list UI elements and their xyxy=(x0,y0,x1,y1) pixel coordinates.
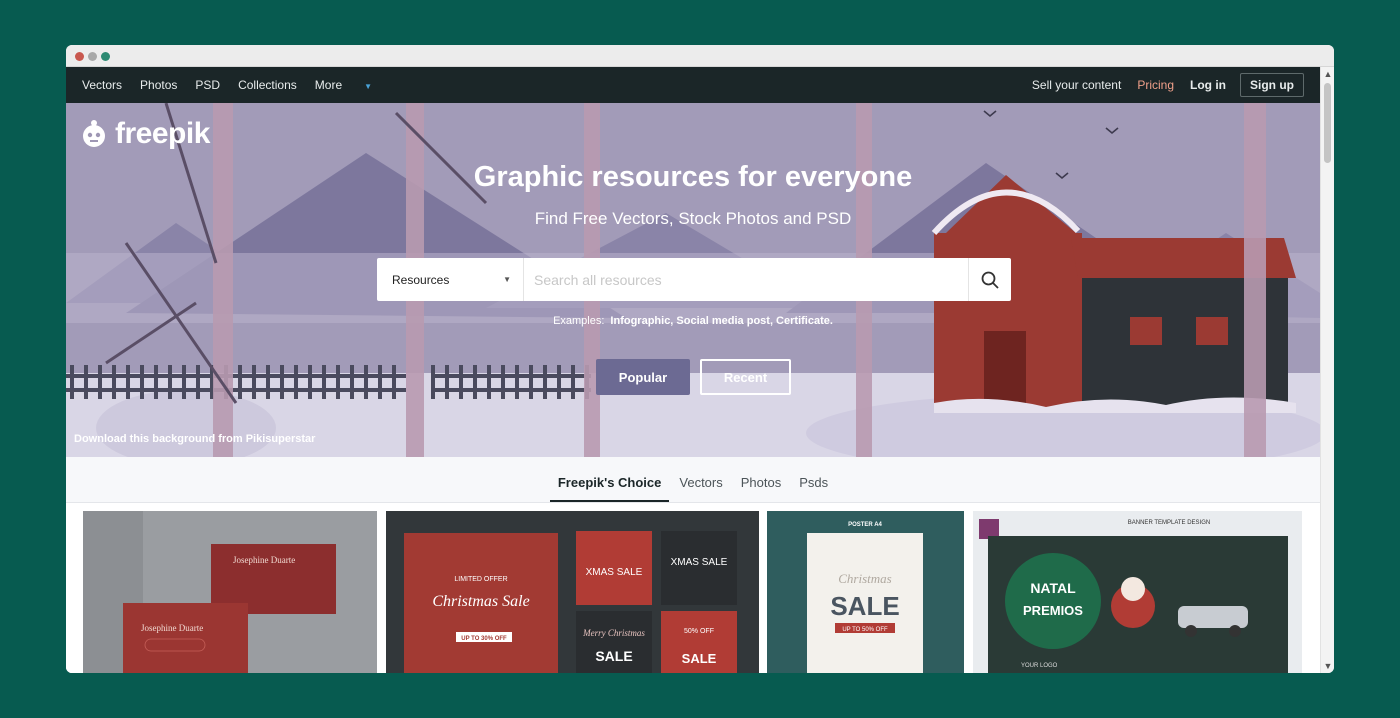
pricing-link[interactable]: Pricing xyxy=(1137,78,1174,92)
scrollbar-thumb[interactable] xyxy=(1324,83,1331,163)
popular-button[interactable]: Popular xyxy=(596,359,690,395)
nav-right: Sell your content Pricing Log in Sign up xyxy=(1032,73,1304,97)
resource-card[interactable]: POSTER A4 Christmas SALE UP TO 50% OFF xyxy=(767,511,964,673)
tab-photos[interactable]: Photos xyxy=(733,475,789,502)
card2-tile2: XMAS SALE xyxy=(671,557,728,568)
nav-more-dropdown[interactable]: More ▼ xyxy=(315,78,390,92)
chevron-down-icon: ▼ xyxy=(503,275,511,284)
hero-subtitle: Find Free Vectors, Stock Photos and PSD xyxy=(534,209,852,228)
background-credit-link[interactable]: Download this background from Pikisupers… xyxy=(74,433,315,445)
recent-button[interactable]: Recent xyxy=(700,359,791,395)
card2-left-script: Christmas Sale xyxy=(432,593,529,610)
resource-card[interactable]: LIMITED OFFER Christmas Sale UP TO 30% O… xyxy=(386,511,759,673)
content-tabs: Freepik's Choice Vectors Photos Psds xyxy=(66,457,1320,503)
freepik-logo-icon xyxy=(83,120,105,147)
examples-label: Examples: xyxy=(553,315,605,327)
nav-photos-link[interactable]: Photos xyxy=(140,78,177,92)
maximize-window-button[interactable] xyxy=(101,52,110,61)
hero-title: Graphic resources for everyone xyxy=(473,161,913,193)
tab-psds[interactable]: Psds xyxy=(791,475,836,502)
resource-card[interactable]: BANNER TEMPLATE DESIGN NATAL PREMIOS YOU… xyxy=(973,511,1302,673)
example-links[interactable]: Infographic, Social media post, Certific… xyxy=(610,315,833,327)
hero-banner: freepik Graphic resources for everyone F… xyxy=(66,103,1320,457)
sell-content-link[interactable]: Sell your content xyxy=(1032,78,1121,92)
business-card-mockup-thumbnail: Josephine Duarte Josephine Duarte xyxy=(83,511,377,673)
nav-psd-link[interactable]: PSD xyxy=(195,78,220,92)
resource-card[interactable]: Josephine Duarte Josephine Duarte xyxy=(83,511,377,673)
resource-type-select[interactable]: Resources ▼ xyxy=(377,258,524,301)
page-scrollbar[interactable]: ▲ ▼ xyxy=(1320,67,1334,673)
scroll-down-icon[interactable]: ▼ xyxy=(1321,661,1334,671)
card2-tile4-top: 50% OFF xyxy=(684,628,714,635)
card2-left-bottom: UP TO 30% OFF xyxy=(461,636,507,642)
search-icon xyxy=(981,271,999,289)
christmas-banner-thumbnail: BANNER TEMPLATE DESIGN NATAL PREMIOS YOU… xyxy=(973,511,1302,673)
close-window-button[interactable] xyxy=(75,52,84,61)
tab-freepiks-choice[interactable]: Freepik's Choice xyxy=(549,475,670,502)
resource-type-label: Resources xyxy=(392,272,450,287)
card4-badge2: PREMIOS xyxy=(1023,603,1083,618)
card1-name-top: Josephine Duarte xyxy=(233,555,295,565)
freepik-logo[interactable]: freepik xyxy=(79,117,210,151)
resource-grid: Josephine Duarte Josephine Duarte LIMITE… xyxy=(66,503,1320,673)
card4-logo: YOUR LOGO xyxy=(1021,663,1058,669)
card3-script: Christmas xyxy=(838,571,891,586)
card2-tile3-script: Merry Christmas xyxy=(582,628,645,638)
search-bar: Resources ▼ xyxy=(377,258,1011,301)
card4-badge1: NATAL xyxy=(1030,580,1076,596)
scroll-up-icon[interactable]: ▲ xyxy=(1321,69,1334,79)
page-viewport: Vectors Photos PSD Collections More ▼ Sel… xyxy=(66,67,1320,673)
card3-main: SALE xyxy=(830,591,899,621)
window-titlebar xyxy=(66,45,1334,67)
top-nav: Vectors Photos PSD Collections More ▼ Sel… xyxy=(66,67,1320,103)
card3-sub: UP TO 50% OFF xyxy=(842,627,888,633)
minimize-window-button[interactable] xyxy=(88,52,97,61)
card2-tile1: XMAS SALE xyxy=(586,567,643,578)
search-examples: Examples: Infographic, Social media post,… xyxy=(66,315,1320,327)
card2-tile4: SALE xyxy=(682,651,717,666)
nav-more-label: More xyxy=(314,78,343,92)
nav-vectors-link[interactable]: Vectors xyxy=(82,78,122,92)
nav-collections-link[interactable]: Collections xyxy=(238,78,297,92)
card4-top: BANNER TEMPLATE DESIGN xyxy=(1128,520,1210,526)
card2-tile3: SALE xyxy=(595,648,632,664)
signup-button[interactable]: Sign up xyxy=(1240,73,1304,97)
nav-left: Vectors Photos PSD Collections More ▼ xyxy=(82,78,408,92)
search-input[interactable] xyxy=(524,258,968,301)
browser-window: Vectors Photos PSD Collections More ▼ Sel… xyxy=(66,45,1334,673)
card3-top: POSTER A4 xyxy=(848,522,882,528)
login-link[interactable]: Log in xyxy=(1190,78,1226,92)
freepik-logo-text: freepik xyxy=(115,117,210,150)
tab-vectors[interactable]: Vectors xyxy=(671,475,730,502)
search-button[interactable] xyxy=(968,258,1011,301)
card1-name-bottom: Josephine Duarte xyxy=(141,623,203,633)
card2-left-top: LIMITED OFFER xyxy=(454,576,507,583)
christmas-sale-thumbnail: LIMITED OFFER Christmas Sale UP TO 30% O… xyxy=(386,511,759,673)
chevron-down-icon: ▼ xyxy=(364,82,373,91)
christmas-poster-thumbnail: POSTER A4 Christmas SALE UP TO 50% OFF xyxy=(767,511,964,673)
